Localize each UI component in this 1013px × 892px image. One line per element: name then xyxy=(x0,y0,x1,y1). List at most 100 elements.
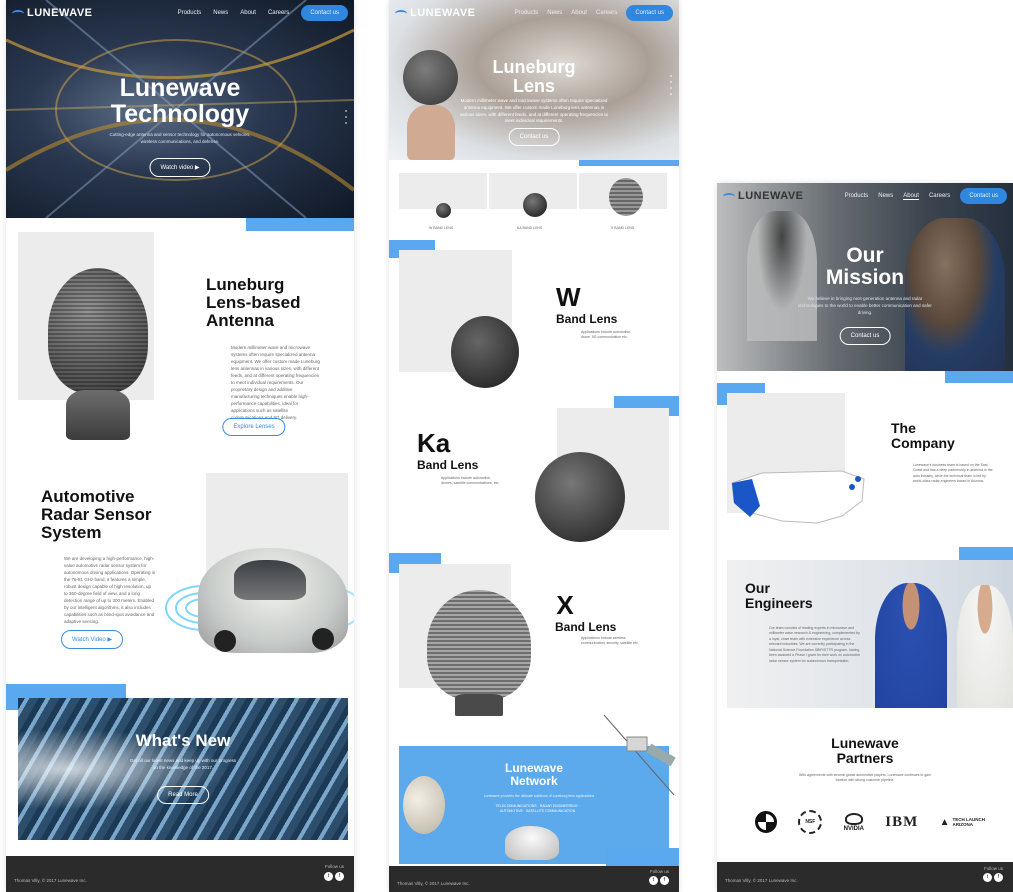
accent-block xyxy=(945,371,1013,383)
contact-us-button[interactable]: Contact us xyxy=(626,5,673,21)
bmw-logo xyxy=(755,811,777,833)
antenna-lens-image xyxy=(48,268,148,393)
x-band-title: X Band Lens xyxy=(555,590,617,635)
nvidia-eye-icon xyxy=(844,812,863,825)
nav-products[interactable]: Products xyxy=(515,10,539,16)
ibm-logo: IBM xyxy=(885,813,919,830)
w-lens-thumb-image xyxy=(436,203,451,218)
partner-logos: NSF NVIDIA IBM ▲ TECH LAUNCH ARIZONA xyxy=(755,805,985,839)
accent-block xyxy=(246,218,354,231)
slider-dots[interactable] xyxy=(345,110,347,124)
twitter-icon[interactable]: t xyxy=(649,876,658,885)
engineer-photo xyxy=(957,585,1013,708)
partners-title: Lunewave Partners xyxy=(831,735,899,766)
lunewave-logo[interactable]: LUNEWAVE xyxy=(395,7,476,19)
wave-icon xyxy=(723,192,735,200)
copyright-text: Thomas Villy, © 2017 Lunewave Inc. xyxy=(14,878,87,883)
ka-lens-thumb-image xyxy=(523,193,547,217)
about-panel: LUNEWAVE Products News About Careers Con… xyxy=(717,183,1013,892)
nvidia-logo: NVIDIA xyxy=(844,812,864,832)
hero-title: Lunewave Technology xyxy=(110,74,250,129)
w-band-lens-image xyxy=(451,316,519,388)
ka-band-text: Applications include automotive, drones,… xyxy=(441,476,500,486)
car-window xyxy=(234,560,306,600)
homepage-panel: LUNEWAVE Products News About Careers Con… xyxy=(6,0,354,892)
facebook-icon[interactable]: f xyxy=(335,872,344,881)
nav-about[interactable]: About xyxy=(240,10,256,16)
w-band-title: W Band Lens xyxy=(556,282,618,327)
lunewave-logo[interactable]: LUNEWAVE xyxy=(723,190,804,202)
nav-news[interactable]: News xyxy=(878,193,893,199)
slider-dots[interactable] xyxy=(670,75,672,95)
watch-video-button[interactable]: Watch video ▶ xyxy=(149,158,211,177)
nav-careers[interactable]: Careers xyxy=(929,193,950,199)
nav-products[interactable]: Products xyxy=(178,10,202,16)
hero-title: Luneburg Lens xyxy=(492,57,576,96)
copyright-text: Thomas Villy, © 2017 Lunewave Inc. xyxy=(725,878,798,883)
products-panel: LUNEWAVE Products News About Careers Con… xyxy=(389,0,679,892)
facebook-icon[interactable]: f xyxy=(660,876,669,885)
engineer-photo xyxy=(875,583,947,708)
engineers-title: Our Engineers xyxy=(745,580,813,611)
nav-products[interactable]: Products xyxy=(845,193,869,199)
footer: Thomas Villy, © 2017 Lunewave Inc. Follo… xyxy=(6,856,354,892)
twitter-icon[interactable]: t xyxy=(983,873,992,882)
car-image xyxy=(505,826,559,860)
facebook-icon[interactable]: f xyxy=(994,873,1003,882)
lunewave-logo[interactable]: LUNEWAVE xyxy=(12,7,93,19)
nav-news[interactable]: News xyxy=(213,10,228,16)
arizona-a-icon: ▲ xyxy=(939,816,950,828)
x-band-lens-image xyxy=(427,590,531,700)
section-text: Modern millimeter wave and microwave sys… xyxy=(231,345,320,420)
contact-us-button[interactable]: Contact us xyxy=(301,5,348,21)
social-links: Follow us t f xyxy=(983,866,1003,882)
ka-band-title: Ka Band Lens xyxy=(417,428,479,473)
network-text: Lunewave provides the ultimate solutions… xyxy=(483,794,595,798)
hero-text: Cutting-edge antenna and sensor technolo… xyxy=(109,132,251,144)
hero-text: We believe in bringing next-generation a… xyxy=(798,296,932,315)
accent-block xyxy=(579,160,679,166)
whats-new-title: What's New xyxy=(135,731,231,750)
hero-text: Modern millimeter wave and microwave sys… xyxy=(459,98,609,124)
accent-block xyxy=(606,848,679,868)
lens-base xyxy=(455,694,503,716)
company-text: Lunewave's business team is based on the… xyxy=(913,463,993,484)
nsf-logo: NSF xyxy=(798,810,823,834)
contact-us-button[interactable]: Contact us xyxy=(960,188,1007,204)
hero-section: LUNEWAVE Products News About Careers Con… xyxy=(389,0,679,160)
network-links[interactable]: TELECOMMUNICATIONS · RADAR ENGINEERING ·… xyxy=(485,804,590,815)
section-title: Automotive Radar Sensor System xyxy=(41,487,152,542)
read-more-button[interactable]: Read More xyxy=(157,786,209,804)
nav-about[interactable]: About xyxy=(571,10,587,16)
top-nav: LUNEWAVE Products News About Careers Con… xyxy=(6,0,354,26)
w-band-text: Applications include automotive, drone, … xyxy=(581,330,632,340)
engineers-text: Our team consists of leading experts in … xyxy=(769,626,861,663)
antenna-base xyxy=(66,390,130,440)
top-nav: LUNEWAVE Products News About Careers Con… xyxy=(389,0,679,26)
nav-careers[interactable]: Careers xyxy=(596,10,617,16)
hero-title: Our Mission xyxy=(825,244,905,290)
car-wheel xyxy=(214,630,236,652)
nav-careers[interactable]: Careers xyxy=(268,10,289,16)
explore-lenses-button[interactable]: Explore Lenses xyxy=(222,418,286,436)
watch-video-button[interactable]: Watch Video ▶ xyxy=(61,630,123,649)
twitter-icon[interactable]: t xyxy=(324,872,333,881)
social-links: Follow us t f xyxy=(649,869,669,885)
hero-section: LUNEWAVE Products News About Careers Con… xyxy=(717,183,1013,371)
thumb-label: X BAND LENS xyxy=(611,226,635,230)
section-title: Luneburg Lens-based Antenna xyxy=(206,275,301,330)
tech-launch-arizona-logo: ▲ TECH LAUNCH ARIZONA xyxy=(939,816,985,828)
partners-text: With agreements with several global auto… xyxy=(799,773,931,783)
satellite-image xyxy=(603,714,676,796)
social-links: Follow us t f xyxy=(324,864,344,881)
nav-about[interactable]: About xyxy=(903,193,919,200)
thumb-label: KA BAND LENS xyxy=(517,226,543,230)
contact-us-button[interactable]: Contact us xyxy=(508,128,560,146)
satellite-dish-image xyxy=(403,776,445,834)
hero-section: LUNEWAVE Products News About Careers Con… xyxy=(6,0,354,218)
wave-icon xyxy=(395,9,407,17)
contact-us-button[interactable]: Contact us xyxy=(839,327,891,345)
nav-news[interactable]: News xyxy=(547,10,562,16)
whats-new-text: Get all our latest news and keep up with… xyxy=(129,758,237,770)
top-nav: LUNEWAVE Products News About Careers Con… xyxy=(717,183,1013,209)
